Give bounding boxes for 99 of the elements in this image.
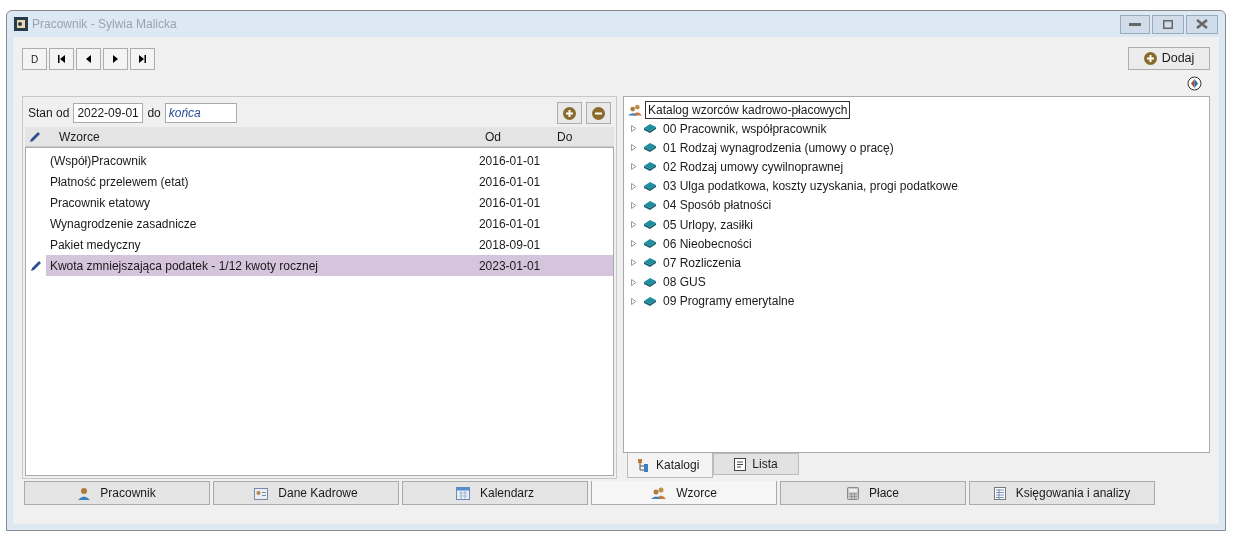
book-icon: [643, 257, 657, 269]
calculator-icon: [847, 486, 859, 500]
calendar-icon: [455, 486, 470, 500]
column-header: Wzorce: [58, 128, 101, 146]
expand-icon[interactable]: [631, 221, 637, 229]
table-row[interactable]: Pracownik etatowy 2016-01-01: [45, 192, 613, 213]
minimize-button[interactable]: [1120, 14, 1150, 34]
previous-icon: [86, 55, 91, 63]
book-icon: [643, 219, 657, 231]
from-date-field[interactable]: 2022-09-01: [73, 103, 144, 123]
close-icon: [1196, 19, 1208, 29]
table-cell-text: Pakiet medyczny: [48, 236, 142, 254]
table-cell-text: Płatność przelewem (etat): [48, 173, 190, 191]
book-icon: [643, 199, 657, 211]
next-button[interactable]: [103, 48, 128, 70]
tree-icon: [638, 458, 650, 472]
table-row[interactable]: Pakiet medyczny 2018-09-01: [45, 234, 613, 255]
minus-icon: [592, 106, 605, 120]
table-cell-text: 2016-01-01: [478, 215, 541, 233]
table-row[interactable]: Kwota zmniejszająca podatek - 1/12 kwoty rocznej 2023-01-01: [45, 255, 613, 276]
person-icon: [78, 486, 91, 500]
tree-root[interactable]: Katalog wzorców kadrowo-płacowych: [645, 100, 851, 119]
people-icon: [651, 486, 667, 499]
expand-icon[interactable]: [631, 259, 637, 267]
prev-button[interactable]: [76, 48, 101, 70]
maximize-icon: [1163, 19, 1173, 29]
maximize-button[interactable]: [1152, 14, 1184, 34]
tree-item[interactable]: 04 Sposób płatności: [663, 196, 772, 215]
table-cell-text: 2016-01-01: [478, 152, 541, 170]
table-cell-text: 2018-09-01: [478, 236, 541, 254]
add-row-button[interactable]: [557, 102, 582, 124]
bottom-tab[interactable]: Księgowania i analizy: [969, 481, 1155, 505]
tree-item[interactable]: 00 Pracownik, współpracownik: [663, 119, 827, 138]
to-date-field[interactable]: końca: [164, 103, 237, 123]
bottom-tab[interactable]: Pracownik: [24, 481, 210, 505]
column-header: Do: [556, 128, 573, 146]
tree-item[interactable]: 06 Nieobecności: [663, 234, 752, 253]
sub-tab[interactable]: Lista: [713, 453, 799, 475]
pencil-icon: [29, 130, 41, 143]
remove-row-button[interactable]: [586, 102, 611, 124]
add-button[interactable]: Dodaj: [1128, 47, 1210, 70]
plus-icon: [563, 106, 576, 120]
expand-icon[interactable]: [631, 125, 637, 133]
table-cell-text: 2016-01-01: [478, 173, 541, 191]
sub-tab[interactable]: Katalogi: [627, 453, 713, 478]
book-icon: [643, 142, 657, 154]
bottom-tab[interactable]: Płace: [780, 481, 966, 505]
expand-icon[interactable]: [631, 278, 637, 286]
book-icon: [643, 180, 657, 192]
app-icon: [14, 17, 28, 31]
tree-item[interactable]: 08 GUS: [663, 273, 706, 292]
tree-item[interactable]: 02 Rodzaj umowy cywilnoprawnej: [663, 157, 844, 176]
bottom-tab[interactable]: Kalendarz: [402, 481, 588, 505]
pencil-icon: [29, 259, 42, 272]
tree-item[interactable]: 09 Programy emerytalne: [663, 292, 795, 311]
list-icon: [734, 457, 747, 471]
tree-item[interactable]: 01 Rodzaj wynagrodzenia (umowy o pracę): [663, 138, 894, 157]
bottom-tab[interactable]: Dane Kadrowe: [213, 481, 399, 505]
tree-item[interactable]: 05 Urlopy, zasiłki: [663, 215, 753, 234]
expand-icon[interactable]: [631, 163, 637, 171]
table-row[interactable]: (Współ)Pracownik 2016-01-01: [45, 150, 613, 171]
table-cell-text: Kwota zmniejszająca podatek - 1/12 kwoty rocznej: [48, 257, 320, 275]
plus-icon: [1143, 52, 1157, 65]
to-label: do: [147, 105, 161, 122]
spreadsheet-icon: [993, 486, 1006, 500]
last-button[interactable]: [130, 48, 155, 70]
book-icon: [643, 276, 657, 288]
expand-icon[interactable]: [631, 182, 637, 190]
people-icon: [628, 103, 642, 116]
expand-icon[interactable]: [631, 240, 637, 248]
expand-icon[interactable]: [631, 201, 637, 209]
next-icon: [113, 55, 118, 63]
book-icon: [643, 123, 657, 135]
table-cell-text: Pracownik etatowy: [48, 194, 151, 212]
table-cell-text: (Współ)Pracownik: [48, 152, 148, 170]
expand-icon[interactable]: [631, 144, 637, 152]
column-header: Od: [484, 128, 502, 146]
table-row[interactable]: Płatność przelewem (etat) 2016-01-01: [45, 171, 613, 192]
table-cell-text: 2016-01-01: [478, 194, 541, 212]
close-button[interactable]: [1186, 14, 1218, 34]
book-icon: [643, 161, 657, 173]
first-icon: [58, 55, 65, 63]
book-icon: [643, 295, 657, 307]
toggle-icon[interactable]: [1187, 76, 1202, 91]
minimize-icon: [1129, 22, 1141, 26]
from-label: Stan od: [28, 105, 70, 122]
first-button[interactable]: [49, 48, 74, 70]
navigation-button[interactable]: D: [22, 48, 47, 70]
tree-item[interactable]: 03 Ulga podatkowa, koszty uzyskania, progi podatkowe: [663, 177, 958, 196]
table-row[interactable]: Wynagrodzenie zasadnicze 2016-01-01: [45, 213, 613, 234]
last-icon: [139, 55, 146, 63]
expand-icon[interactable]: [631, 297, 637, 305]
table-cell-text: 2023-01-01: [478, 257, 541, 275]
table-cell-text: Wynagrodzenie zasadnicze: [48, 215, 198, 233]
id-card-icon: [254, 486, 269, 500]
window-title: Pracownik - Sylwia Malicka: [32, 16, 177, 33]
book-icon: [643, 238, 657, 250]
tree-item[interactable]: 07 Rozliczenia: [663, 253, 742, 272]
bottom-tab[interactable]: Wzorce: [591, 481, 777, 505]
